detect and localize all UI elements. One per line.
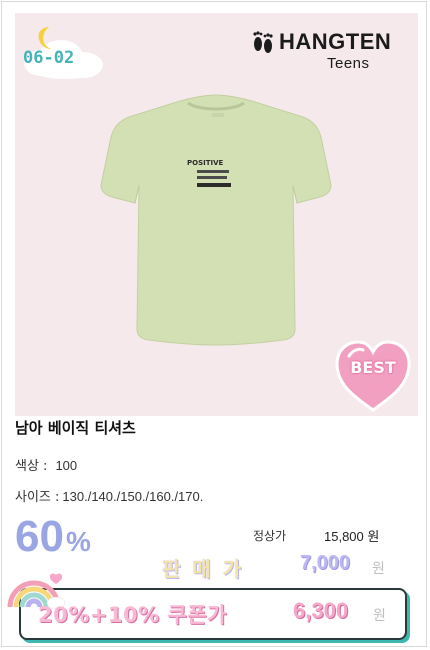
print-text: POSITIVE — [187, 159, 224, 167]
color-value: 100 — [55, 458, 78, 473]
color-label: 색상 : — [15, 459, 48, 474]
coupon-price: 6,300 — [293, 598, 349, 623]
color-row: 색상 : 100 — [15, 455, 77, 474]
discount-rate: 60% — [15, 512, 91, 562]
sale-price-currency: 원 — [372, 561, 385, 577]
sale-price-label: 판매가 — [162, 557, 254, 581]
best-badge: BEST — [333, 338, 413, 414]
size-label: 사이즈 : — [15, 490, 60, 505]
brand-logo: HANGTEN Teens — [247, 23, 417, 72]
product-image[interactable]: POSITIVE 06-02 HANGTEN Teens BEST — [15, 13, 418, 416]
coupon-price-currency: 원 — [373, 608, 386, 624]
coupon-price-label: 20%+10% 쿠폰가 — [38, 603, 227, 627]
brand-subname: Teens — [327, 55, 370, 72]
footprints-icon — [253, 31, 273, 53]
best-label: BEST — [350, 358, 396, 377]
size-row: 사이즈 :130./140./150./160./170. — [15, 486, 203, 505]
product-card[interactable]: POSITIVE 06-02 HANGTEN Teens BEST 남아 베이직… — [1, 1, 427, 647]
regular-price-label: 정상가 — [253, 529, 287, 543]
brand-name: HANGTEN — [279, 29, 392, 54]
discount-symbol: % — [65, 526, 91, 557]
sale-price: 7,000 — [300, 552, 351, 574]
date-badge: 06-02 — [19, 23, 115, 81]
regular-price: 15,800 원 — [324, 529, 380, 544]
date-text: 06-02 — [23, 48, 75, 68]
product-title[interactable]: 남아 베이직 티셔츠 — [15, 417, 136, 438]
size-value: 130./140./150./160./170. — [62, 489, 204, 504]
discount-number: 60 — [15, 512, 64, 561]
